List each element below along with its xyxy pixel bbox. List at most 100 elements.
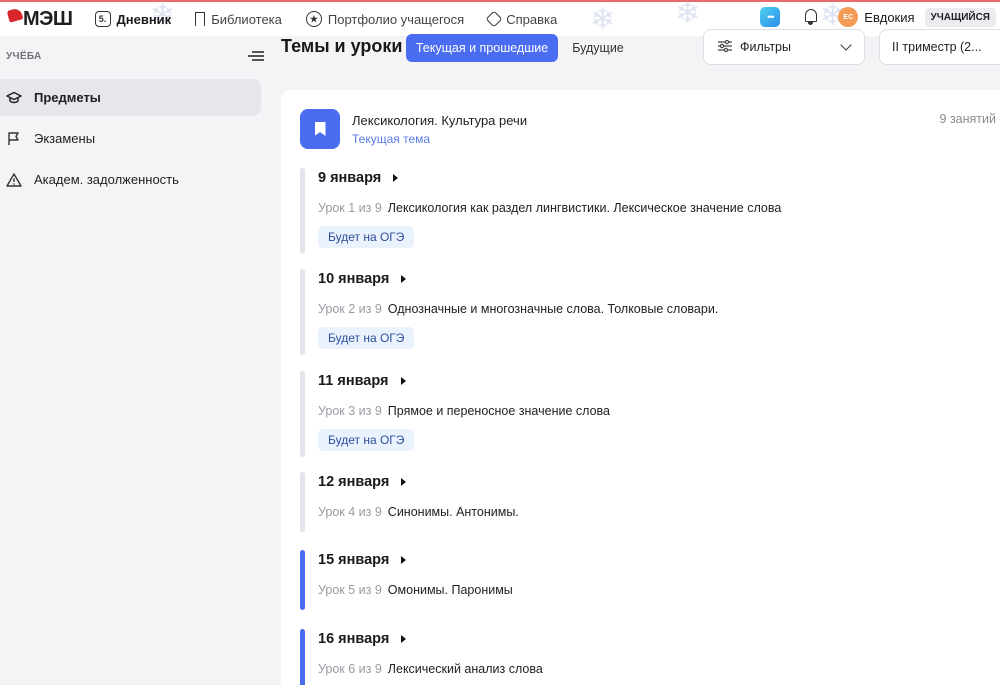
lesson-line: Урок 3 из 9 Прямое и переносное значение … (318, 404, 610, 418)
lesson-date-text: 11 января (318, 373, 389, 389)
lesson-date[interactable]: 12 января (318, 474, 407, 490)
nav-diary-label: Дневник (116, 11, 172, 27)
oge-badge: Будет на ОГЭ (318, 327, 415, 349)
period-select[interactable]: II триместр (2... (879, 29, 1000, 65)
lesson-count: 9 занятий (939, 112, 996, 126)
user-name[interactable]: Евдокия (864, 10, 914, 25)
lesson-title: Лексикология как раздел лингвистики. Лек… (387, 201, 782, 215)
lesson-item[interactable]: 15 января Урок 5 из 9 Омонимы. Паронимы (300, 550, 1000, 610)
topic-status: Текущая тема (352, 132, 431, 146)
lesson-date-text: 10 января (318, 271, 390, 287)
nav-portfolio[interactable]: ★ Портфолио учащегося (305, 11, 465, 27)
lesson-line: Урок 1 из 9 Лексикология как раздел лингв… (318, 201, 781, 215)
lesson-item[interactable]: 11 января Урок 3 из 9 Прямое и переносное… (300, 371, 1000, 457)
play-icon (401, 635, 407, 643)
sidebar-item-exams[interactable]: Экзамены (0, 120, 261, 157)
lesson-progress-bar (300, 550, 305, 610)
play-icon (393, 174, 399, 182)
page-title: Темы и уроки (281, 36, 403, 56)
tab-current-and-past[interactable]: Текущая и прошедшие (406, 34, 558, 62)
nav-diary[interactable]: 5. Дневник (94, 11, 172, 27)
star-icon: ★ (305, 11, 322, 27)
filters-dropdown[interactable]: Фильтры (703, 29, 865, 65)
filters-label: Фильтры (740, 40, 791, 54)
diary-icon: 5. (94, 11, 111, 27)
nav-portfolio-label: Портфолио учащегося (327, 11, 465, 27)
lesson-number: Урок 2 из 9 (318, 302, 382, 316)
bookmark-icon (300, 109, 340, 149)
sidebar: УЧЁБА Предметы Экзамены Академ. задолжен… (0, 36, 270, 685)
chat-icon[interactable]: ••• (760, 7, 781, 27)
sliders-icon (718, 39, 732, 55)
play-icon (401, 556, 407, 564)
lesson-date[interactable]: 9 января (318, 170, 399, 186)
lesson-line: Урок 5 из 9 Омонимы. Паронимы (318, 583, 513, 597)
lesson-number: Урок 3 из 9 (318, 404, 382, 418)
oge-badge: Будет на ОГЭ (318, 226, 415, 248)
sidebar-item-label: Предметы (34, 90, 101, 105)
lesson-progress-bar (300, 168, 305, 254)
sidebar-item-subjects[interactable]: Предметы (0, 79, 261, 116)
lesson-item[interactable]: 12 января Урок 4 из 9 Синонимы. Антонимы. (300, 472, 1000, 532)
nav-help-label: Справка (506, 11, 558, 27)
mesh-logo[interactable]: МЭШ (6, 7, 73, 31)
main-nav: 5. Дневник Библиотека ★ Портфолио учащег… (94, 10, 558, 28)
nav-library[interactable]: Библиотека (195, 12, 282, 27)
lesson-progress-bar (300, 269, 305, 355)
chevron-down-icon (840, 39, 852, 51)
snowflake-decoration: ❄ (675, 0, 701, 30)
sidebar-section-title: УЧЁБА (6, 51, 42, 62)
avatar[interactable]: ЕС (838, 7, 859, 27)
topic-card: Лексикология. Культура речи Текущая тема… (281, 90, 1000, 685)
help-icon (485, 10, 503, 28)
lesson-number: Урок 6 из 9 (318, 662, 382, 676)
bell-icon[interactable] (804, 9, 818, 25)
lesson-item[interactable]: 9 января Урок 1 из 9 Лексикология как раз… (300, 168, 1000, 254)
lesson-date[interactable]: 10 января (318, 271, 407, 287)
sidebar-item-label: Экзамены (34, 131, 96, 146)
lesson-date-text: 16 января (318, 631, 390, 647)
warning-icon (6, 172, 22, 188)
flag-icon (6, 131, 22, 147)
lesson-title: Однозначные и многозначные слова. Толков… (387, 302, 719, 316)
lesson-line: Урок 4 из 9 Синонимы. Антонимы. (318, 505, 519, 519)
lesson-date-text: 9 января (318, 170, 382, 186)
lesson-title: Синонимы. Антонимы. (387, 505, 519, 519)
lesson-progress-bar (300, 472, 305, 532)
tab-future[interactable]: Будущие (566, 34, 630, 62)
topic-name[interactable]: Лексикология. Культура речи (352, 113, 527, 128)
snowflake-decoration: ❄ (590, 3, 616, 36)
lesson-item[interactable]: 10 января Урок 2 из 9 Однозначные и много… (300, 269, 1000, 355)
sidebar-item-academic-debt[interactable]: Академ. задолженность (0, 161, 261, 198)
graduation-cap-icon (6, 90, 22, 106)
lesson-date[interactable]: 15 января (318, 552, 407, 568)
lesson-line: Урок 6 из 9 Лексический анализ слова (318, 662, 543, 676)
play-icon (400, 377, 406, 385)
play-icon (401, 478, 407, 486)
lesson-number: Урок 1 из 9 (318, 201, 382, 215)
role-badge: УЧАЩИЙСЯ (924, 7, 996, 27)
lesson-progress-bar (300, 629, 305, 685)
sidebar-item-label: Академ. задолженность (34, 172, 179, 187)
lesson-date-text: 12 января (318, 474, 390, 490)
user-area: ••• ЕС Евдокия УЧАЩИЙСЯ (760, 7, 996, 27)
oge-badge: Будет на ОГЭ (318, 429, 415, 451)
lesson-date-text: 15 января (318, 552, 390, 568)
bookmark-outline-icon (195, 12, 206, 26)
lesson-number: Урок 5 из 9 (318, 583, 382, 597)
play-icon (401, 275, 407, 283)
lesson-date[interactable]: 16 января (318, 631, 407, 647)
lesson-progress-bar (300, 371, 305, 457)
collapse-sidebar-icon[interactable] (246, 50, 264, 62)
santa-hat-icon (6, 7, 24, 23)
lesson-line: Урок 2 из 9 Однозначные и многозначные сл… (318, 302, 718, 316)
nav-help[interactable]: Справка (485, 10, 558, 28)
lesson-title: Прямое и переносное значение слова (387, 404, 610, 418)
logo-text: МЭШ (23, 7, 73, 30)
lesson-date[interactable]: 11 января (318, 373, 406, 389)
lesson-item[interactable]: 16 января Урок 6 из 9 Лексический анализ … (300, 629, 1000, 685)
lesson-title: Лексический анализ слова (387, 662, 543, 676)
nav-library-label: Библиотека (211, 11, 282, 27)
lesson-title: Омонимы. Паронимы (387, 583, 513, 597)
lesson-number: Урок 4 из 9 (318, 505, 382, 519)
